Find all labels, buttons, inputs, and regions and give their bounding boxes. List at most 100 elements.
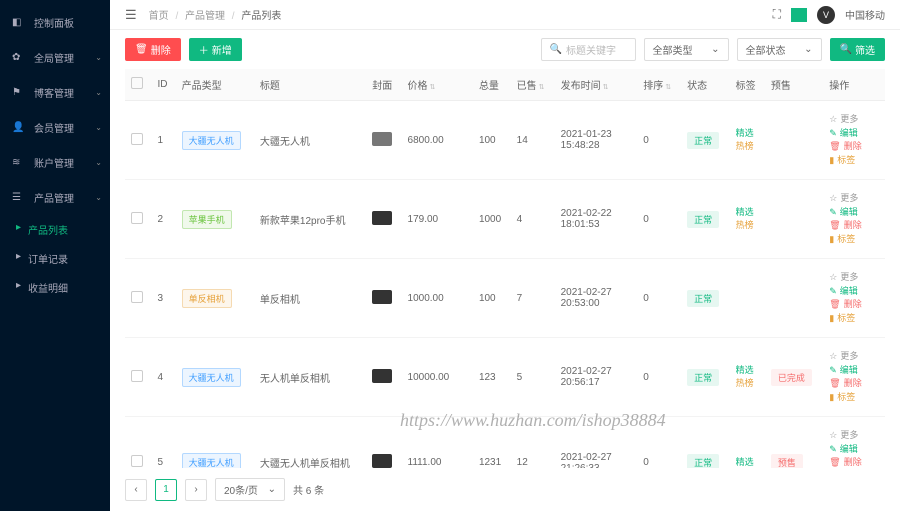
- col-sort[interactable]: 排序⇅: [637, 69, 681, 101]
- more-action[interactable]: ☆更多: [829, 271, 879, 285]
- cell-sort: 0: [637, 417, 681, 469]
- delete-button[interactable]: 🗑删除: [125, 38, 181, 61]
- cell-time: 2021-02-27 21:26:33: [555, 417, 638, 469]
- col-price[interactable]: 价格⇅: [402, 69, 473, 101]
- star-icon: ☆: [829, 429, 837, 443]
- more-action[interactable]: ☆更多: [829, 113, 879, 127]
- chevron-down-icon: ⌄: [268, 484, 276, 495]
- label-action[interactable]: ▮标签: [829, 391, 879, 405]
- sidebar-item-5[interactable]: ☰产品管理⌄: [0, 180, 110, 215]
- more-action[interactable]: ☆更多: [829, 350, 879, 364]
- bullet-icon: ▸: [16, 222, 21, 233]
- breadcrumb-section[interactable]: 产品管理: [185, 11, 225, 22]
- breadcrumb-home[interactable]: 首页: [149, 11, 169, 22]
- tag-badges: 精选: [736, 456, 759, 468]
- delete-action[interactable]: 🗑删除: [829, 377, 879, 391]
- table-row: 4 大疆无人机 无人机单反相机 10000.00 123 5 2021-02-2…: [125, 338, 885, 417]
- trash-icon: 🗑: [829, 456, 840, 468]
- col-pubtime[interactable]: 发布时间⇅: [555, 69, 638, 101]
- type-filter-select[interactable]: 全部类型⌄: [644, 38, 729, 61]
- cell-price: 6800.00: [402, 101, 473, 180]
- next-page-button[interactable]: ›: [185, 479, 207, 501]
- pagesize-select[interactable]: 20条/页⌄: [215, 478, 285, 501]
- avatar[interactable]: V: [817, 6, 835, 24]
- sidebar-item-label: 会员管理: [34, 120, 74, 135]
- tag-icon: ▮: [829, 154, 834, 168]
- thumbnail-image: [372, 454, 392, 468]
- col-type: 产品类型: [176, 69, 254, 101]
- cell-price: 10000.00: [402, 338, 473, 417]
- fullscreen-icon[interactable]: ⛶: [773, 7, 781, 22]
- delete-action[interactable]: 🗑删除: [829, 219, 879, 233]
- edit-action[interactable]: ✎编辑: [829, 443, 879, 457]
- select-all-checkbox[interactable]: [131, 77, 143, 89]
- more-action[interactable]: ☆更多: [829, 429, 879, 443]
- status-filter-select[interactable]: 全部状态⌄: [737, 38, 822, 61]
- chevron-down-icon: ⌄: [95, 88, 102, 97]
- delete-action[interactable]: 🗑删除: [829, 456, 879, 468]
- menu-toggle-icon[interactable]: ☰: [125, 7, 137, 23]
- sort-icon: ⇅: [539, 84, 545, 91]
- sidebar-item-4[interactable]: ≋账户管理⌄: [0, 145, 110, 180]
- sidebar-item-label: 博客管理: [34, 85, 74, 100]
- row-actions: ☆更多 ✎编辑 🗑删除 ▮标签: [829, 350, 879, 404]
- topbar: ☰ 首页 / 产品管理 / 产品列表 ⛶ V 中国移动: [110, 0, 900, 30]
- status-badge: 正常: [687, 369, 719, 386]
- status-badge: 正常: [687, 454, 719, 468]
- row-checkbox[interactable]: [131, 291, 143, 303]
- row-checkbox[interactable]: [131, 455, 143, 467]
- table-row: 5 大疆无人机 大疆无人机单反相机 1111.00 1231 12 2021-0…: [125, 417, 885, 469]
- delete-action[interactable]: 🗑删除: [829, 140, 879, 154]
- col-sold[interactable]: 已售⇅: [511, 69, 555, 101]
- edit-action[interactable]: ✎编辑: [829, 127, 879, 141]
- page-number[interactable]: 1: [155, 479, 177, 501]
- label-action[interactable]: ▮标签: [829, 233, 879, 247]
- tag-badges: 精选热榜: [736, 127, 759, 154]
- cell-time: 2021-02-27 20:56:17: [555, 338, 638, 417]
- trash-icon: 🗑: [829, 298, 840, 312]
- theme-color-icon[interactable]: [791, 8, 807, 22]
- sidebar-sub-1[interactable]: ▸订单记录: [0, 244, 110, 273]
- badge: 热榜: [736, 140, 759, 154]
- cell-id: 3: [151, 259, 175, 338]
- prev-page-button[interactable]: ‹: [125, 479, 147, 501]
- cell-sold: 12: [511, 417, 555, 469]
- trash-icon: 🗑: [829, 377, 840, 391]
- col-presale: 预售: [765, 69, 823, 101]
- edit-action[interactable]: ✎编辑: [829, 364, 879, 378]
- sidebar-sub-2[interactable]: ▸收益明细: [0, 273, 110, 302]
- sidebar-item-3[interactable]: 👤 会员管理 ⌄: [0, 110, 110, 145]
- edit-action[interactable]: ✎编辑: [829, 285, 879, 299]
- label-action[interactable]: ▮标签: [829, 312, 879, 326]
- more-action[interactable]: ☆更多: [829, 192, 879, 206]
- thumbnail-image: [372, 290, 392, 304]
- filter-button[interactable]: 🔍筛选: [830, 38, 885, 61]
- edit-icon: ✎: [829, 127, 837, 141]
- row-actions: ☆更多 ✎编辑 🗑删除 ▮标签: [829, 113, 879, 167]
- delete-action[interactable]: 🗑删除: [829, 298, 879, 312]
- nav-icon: ◧: [12, 17, 26, 28]
- row-checkbox[interactable]: [131, 370, 143, 382]
- sidebar-item-1[interactable]: ✿全局管理⌄: [0, 40, 110, 75]
- star-icon: ☆: [829, 192, 837, 206]
- product-table: ID产品类型标题封面价格⇅总量已售⇅发布时间⇅排序⇅状态标签预售操作 1 大疆无…: [125, 69, 885, 468]
- cell-time: 2021-02-27 20:53:00: [555, 259, 638, 338]
- sort-icon: ⇅: [430, 84, 436, 91]
- sidebar-item-0[interactable]: ◧控制面板: [0, 5, 110, 40]
- search-icon: 🔍: [550, 44, 562, 55]
- edit-action[interactable]: ✎编辑: [829, 206, 879, 220]
- cell-sort: 0: [637, 338, 681, 417]
- cell-stock: 123: [473, 338, 511, 417]
- search-input[interactable]: 🔍标题关键字: [541, 38, 636, 61]
- cell-price: 179.00: [402, 180, 473, 259]
- chevron-down-icon: ⌄: [95, 123, 102, 132]
- sidebar-sub-0[interactable]: ▸产品列表: [0, 215, 110, 244]
- row-checkbox[interactable]: [131, 133, 143, 145]
- cell-title: 新款苹果12pro手机: [254, 180, 366, 259]
- col-id: ID: [151, 69, 175, 101]
- nav-icon: 👤: [12, 122, 26, 133]
- label-action[interactable]: ▮标签: [829, 154, 879, 168]
- add-button[interactable]: ＋新增: [189, 38, 242, 61]
- sidebar-item-2[interactable]: ⚑博客管理⌄: [0, 75, 110, 110]
- row-checkbox[interactable]: [131, 212, 143, 224]
